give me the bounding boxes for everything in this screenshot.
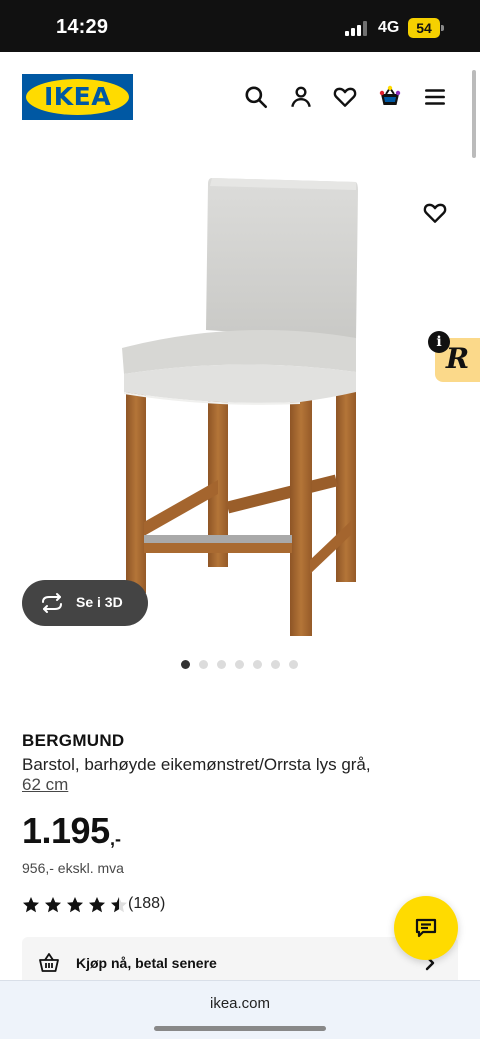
chat-icon [415, 918, 437, 938]
network-type: 4G [378, 19, 400, 36]
site-header: IKEA [0, 52, 480, 148]
carousel-dot[interactable] [289, 660, 298, 669]
carousel-dot[interactable] [235, 660, 244, 669]
carousel-dot[interactable] [181, 660, 190, 669]
product-description: Barstol, barhøyde eikemønstret/Orrsta ly… [22, 755, 371, 774]
price-suffix: ,- [110, 829, 121, 849]
view-3d-label: Se i 3D [76, 594, 123, 610]
star-icon [45, 897, 61, 913]
star-icon [67, 897, 83, 913]
status-time: 14:29 [56, 16, 109, 38]
carousel-dot[interactable] [253, 660, 262, 669]
logo-text: IKEA [43, 82, 112, 111]
product-image[interactable] [0, 148, 480, 648]
carousel-dot[interactable] [199, 660, 208, 669]
browser-address-bar[interactable]: ikea.com [0, 980, 480, 1039]
price-excl-vat: 956,- ekskl. mva [22, 860, 124, 876]
product-favourite-icon[interactable] [422, 200, 448, 226]
image-carousel-dots [181, 660, 301, 670]
view-3d-button[interactable]: Se i 3D [22, 580, 148, 626]
chat-button[interactable] [394, 896, 458, 960]
review-count[interactable]: (188) [128, 895, 165, 913]
carousel-dot[interactable] [271, 660, 280, 669]
info-icon[interactable]: i [428, 331, 450, 353]
star-icon [89, 897, 105, 913]
ikea-logo[interactable]: IKEA [22, 74, 133, 120]
shopping-bag-icon[interactable] [377, 84, 403, 110]
star-icon [111, 897, 127, 913]
search-icon[interactable] [243, 84, 269, 110]
profile-icon[interactable] [288, 84, 314, 110]
battery-level: 54 [408, 18, 440, 38]
signal-icon [345, 20, 369, 36]
rating-stars[interactable] [22, 896, 127, 914]
price: 1.195 [22, 810, 110, 851]
carousel-dot[interactable] [217, 660, 226, 669]
product-name[interactable]: BERGMUND [22, 731, 125, 751]
buy-now-pay-later-label: Kjøp nå, betal senere [76, 955, 217, 971]
menu-icon[interactable] [422, 84, 448, 110]
page-scrollbar[interactable] [472, 70, 476, 158]
battery-icon: 54 [408, 18, 444, 38]
product-size-link[interactable]: 62 cm [22, 775, 68, 795]
browser-url[interactable]: ikea.com [0, 995, 480, 1012]
status-bar: 14:29 4G 54 [0, 0, 480, 52]
star-icon [23, 897, 39, 913]
home-indicator[interactable] [154, 1026, 326, 1031]
favourites-icon[interactable] [332, 84, 358, 110]
payment-basket-icon [39, 953, 59, 972]
rotate-3d-icon [42, 593, 62, 613]
